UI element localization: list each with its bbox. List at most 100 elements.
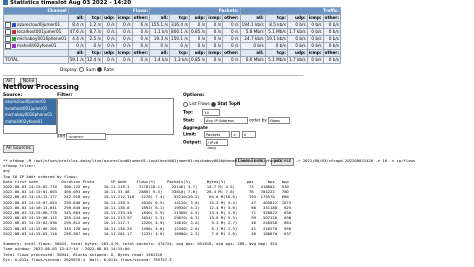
sub-header: other:: [222, 49, 241, 57]
limit-type-select[interactable]: Packets: [203, 131, 230, 138]
display-selector: Display: Sum Rate: [60, 67, 114, 73]
table-cell: 0 /s: [102, 42, 117, 50]
channel-color-swatch: [12, 30, 16, 34]
sub-header: icmp:: [306, 49, 324, 57]
top-select[interactable]: 10: [202, 109, 221, 116]
console-line: Sys: 0.012s flows/second: 2625876.4 Wall…: [3, 256, 172, 262]
table-cell: 0 /s: [222, 35, 241, 43]
source-option[interactable]: mahoilit02yfone01: [4, 118, 56, 125]
table-cell: 194.1 kb/s: [239, 21, 266, 29]
sum-radio[interactable]: [79, 67, 85, 72]
filter-select[interactable]: <none>: [66, 133, 107, 140]
table-cell: 0 /s: [222, 42, 241, 50]
stat-select[interactable]: Any IP Address: [203, 117, 248, 124]
table-cell: 0 /s: [222, 28, 241, 36]
source-option[interactable]: michaboy0016phone01: [4, 112, 56, 119]
table-cell: 19.1 kb/s: [264, 35, 288, 43]
sub-header: all:: [67, 49, 86, 57]
total-cell: 1.7 kb/s: [286, 56, 308, 64]
table-cell: 0 /s: [102, 21, 117, 29]
sub-header: other:: [322, 14, 342, 22]
table-cell: 0 b/s: [306, 28, 324, 36]
table-row: localhost001jumer01 47.6 /s 8.7 /s 0 /s 0 /s…: [3, 28, 342, 36]
netflow-heading: Netflow Processing: [3, 83, 79, 91]
channel-cell: michaboy0016phone01: [3, 35, 69, 43]
table-cell: 0 /s: [131, 35, 151, 43]
table-cell: 0 /s: [67, 42, 86, 50]
table-cell: 155.1 /s: [149, 21, 171, 29]
sub-header: tcp:: [264, 49, 288, 57]
table-cell: 0 /s: [131, 28, 151, 36]
table-cell: 0 b/s: [264, 42, 288, 50]
stats-table: Channel Flows: Packets: Traffic: all: tcp…: [3, 7, 342, 64]
table-cell: 0.85 /s: [188, 28, 208, 36]
channel-checkbox[interactable]: [5, 29, 11, 35]
channel-checkbox[interactable]: [5, 36, 11, 42]
console-line: ** nfdump -M /opt/nfsen/profiles-data/li…: [3, 158, 416, 163]
channel-checkbox[interactable]: [5, 43, 11, 49]
stat-topn-radio[interactable]: [211, 101, 217, 107]
sub-header: icmp:: [206, 49, 224, 57]
sub-header: icmp:: [115, 49, 133, 57]
sub-header-blank: [3, 14, 69, 22]
channel-checkbox[interactable]: [5, 22, 11, 28]
sub-header: other:: [322, 49, 342, 57]
table-cell: 0 b/s: [322, 28, 342, 36]
table-cell: 316.4 /s: [169, 21, 190, 29]
all-sources-button[interactable]: All Sources: [3, 145, 34, 153]
limit-label: Limit:: [183, 131, 197, 137]
tcp-row-blank: [3, 49, 69, 57]
total-cell: 0 /s: [102, 56, 117, 64]
stat-topn-label: Stat TopN: [217, 101, 241, 106]
table-cell: 0 b/s: [239, 42, 266, 50]
table-cell: 0 /s: [206, 28, 224, 36]
total-cell: 0 /s: [206, 56, 224, 64]
total-cell: 0.85 /s: [188, 56, 208, 64]
total-cell: 0 /s: [115, 56, 133, 64]
table-cell: 19.3 /s: [149, 35, 171, 43]
table-cell: 0 /s: [149, 42, 171, 50]
sub-header: other:: [131, 14, 151, 22]
table-cell: 150.1 /s: [169, 35, 190, 43]
sub-header: tcp:: [84, 49, 104, 57]
total-cell: 12.4 /s: [84, 56, 104, 64]
table-cell: 8.5 kb/s: [264, 21, 288, 29]
sub-header: tcp:: [84, 14, 104, 22]
sub-header: udp:: [286, 14, 308, 22]
sub-header: udp:: [188, 49, 208, 57]
channel-name: mahoilit02yfone01: [17, 43, 57, 48]
aggregate-label: Aggregate: [183, 125, 208, 130]
table-cell: 1.1 k/s: [149, 28, 171, 36]
table-cell: 0 /s: [206, 21, 224, 29]
limit-input[interactable]: 0: [241, 131, 256, 138]
sub-header: icmp:: [115, 14, 133, 22]
th-traffic: Traffic:: [239, 7, 342, 15]
channel-name: michaboy0016phone01: [17, 36, 67, 41]
th-packets: Packets:: [149, 7, 241, 15]
table-row: mahoilit02yfone01 0 /s 0 /s 0 /s 0 /s 0 /s 0 /…: [3, 42, 342, 50]
sub-header: other:: [222, 14, 241, 22]
th-channel: Channel: [3, 7, 69, 15]
output-select[interactable]: / IPv6 long: [205, 139, 228, 150]
sub-header: tcp:: [264, 14, 288, 22]
list-flows-radio[interactable]: [183, 101, 188, 107]
total-cell: 0 /s: [131, 56, 151, 64]
limit-cmp-select[interactable]: >: [231, 131, 241, 138]
order-select[interactable]: flows: [268, 117, 291, 124]
page-title: Statistics timeslot Aug 03 2022 - 14:20: [3, 0, 131, 6]
table-cell: 0 /s: [206, 35, 224, 43]
sub-header: udp:: [188, 14, 208, 22]
list-flows-label: List Flows: [189, 101, 210, 106]
table-cell: 4.4 /s: [67, 35, 86, 43]
total-cell: 6.0 Mb/s: [239, 56, 266, 64]
filter-textarea[interactable]: [57, 98, 174, 135]
total-label: TOTAL: [3, 56, 69, 64]
th-flows: Flows:: [67, 7, 151, 15]
rate-radio[interactable]: [97, 67, 103, 72]
table-cell: 0 /s: [102, 35, 117, 43]
sub-header: icmp:: [206, 14, 224, 22]
sub-header: tcp:: [169, 14, 190, 22]
table-cell: 0 b/s: [306, 21, 324, 29]
source-list[interactable]: azurecloud0jumer01 localhost001jumer01 mic…: [3, 98, 57, 134]
and-label: and: [57, 133, 65, 139]
